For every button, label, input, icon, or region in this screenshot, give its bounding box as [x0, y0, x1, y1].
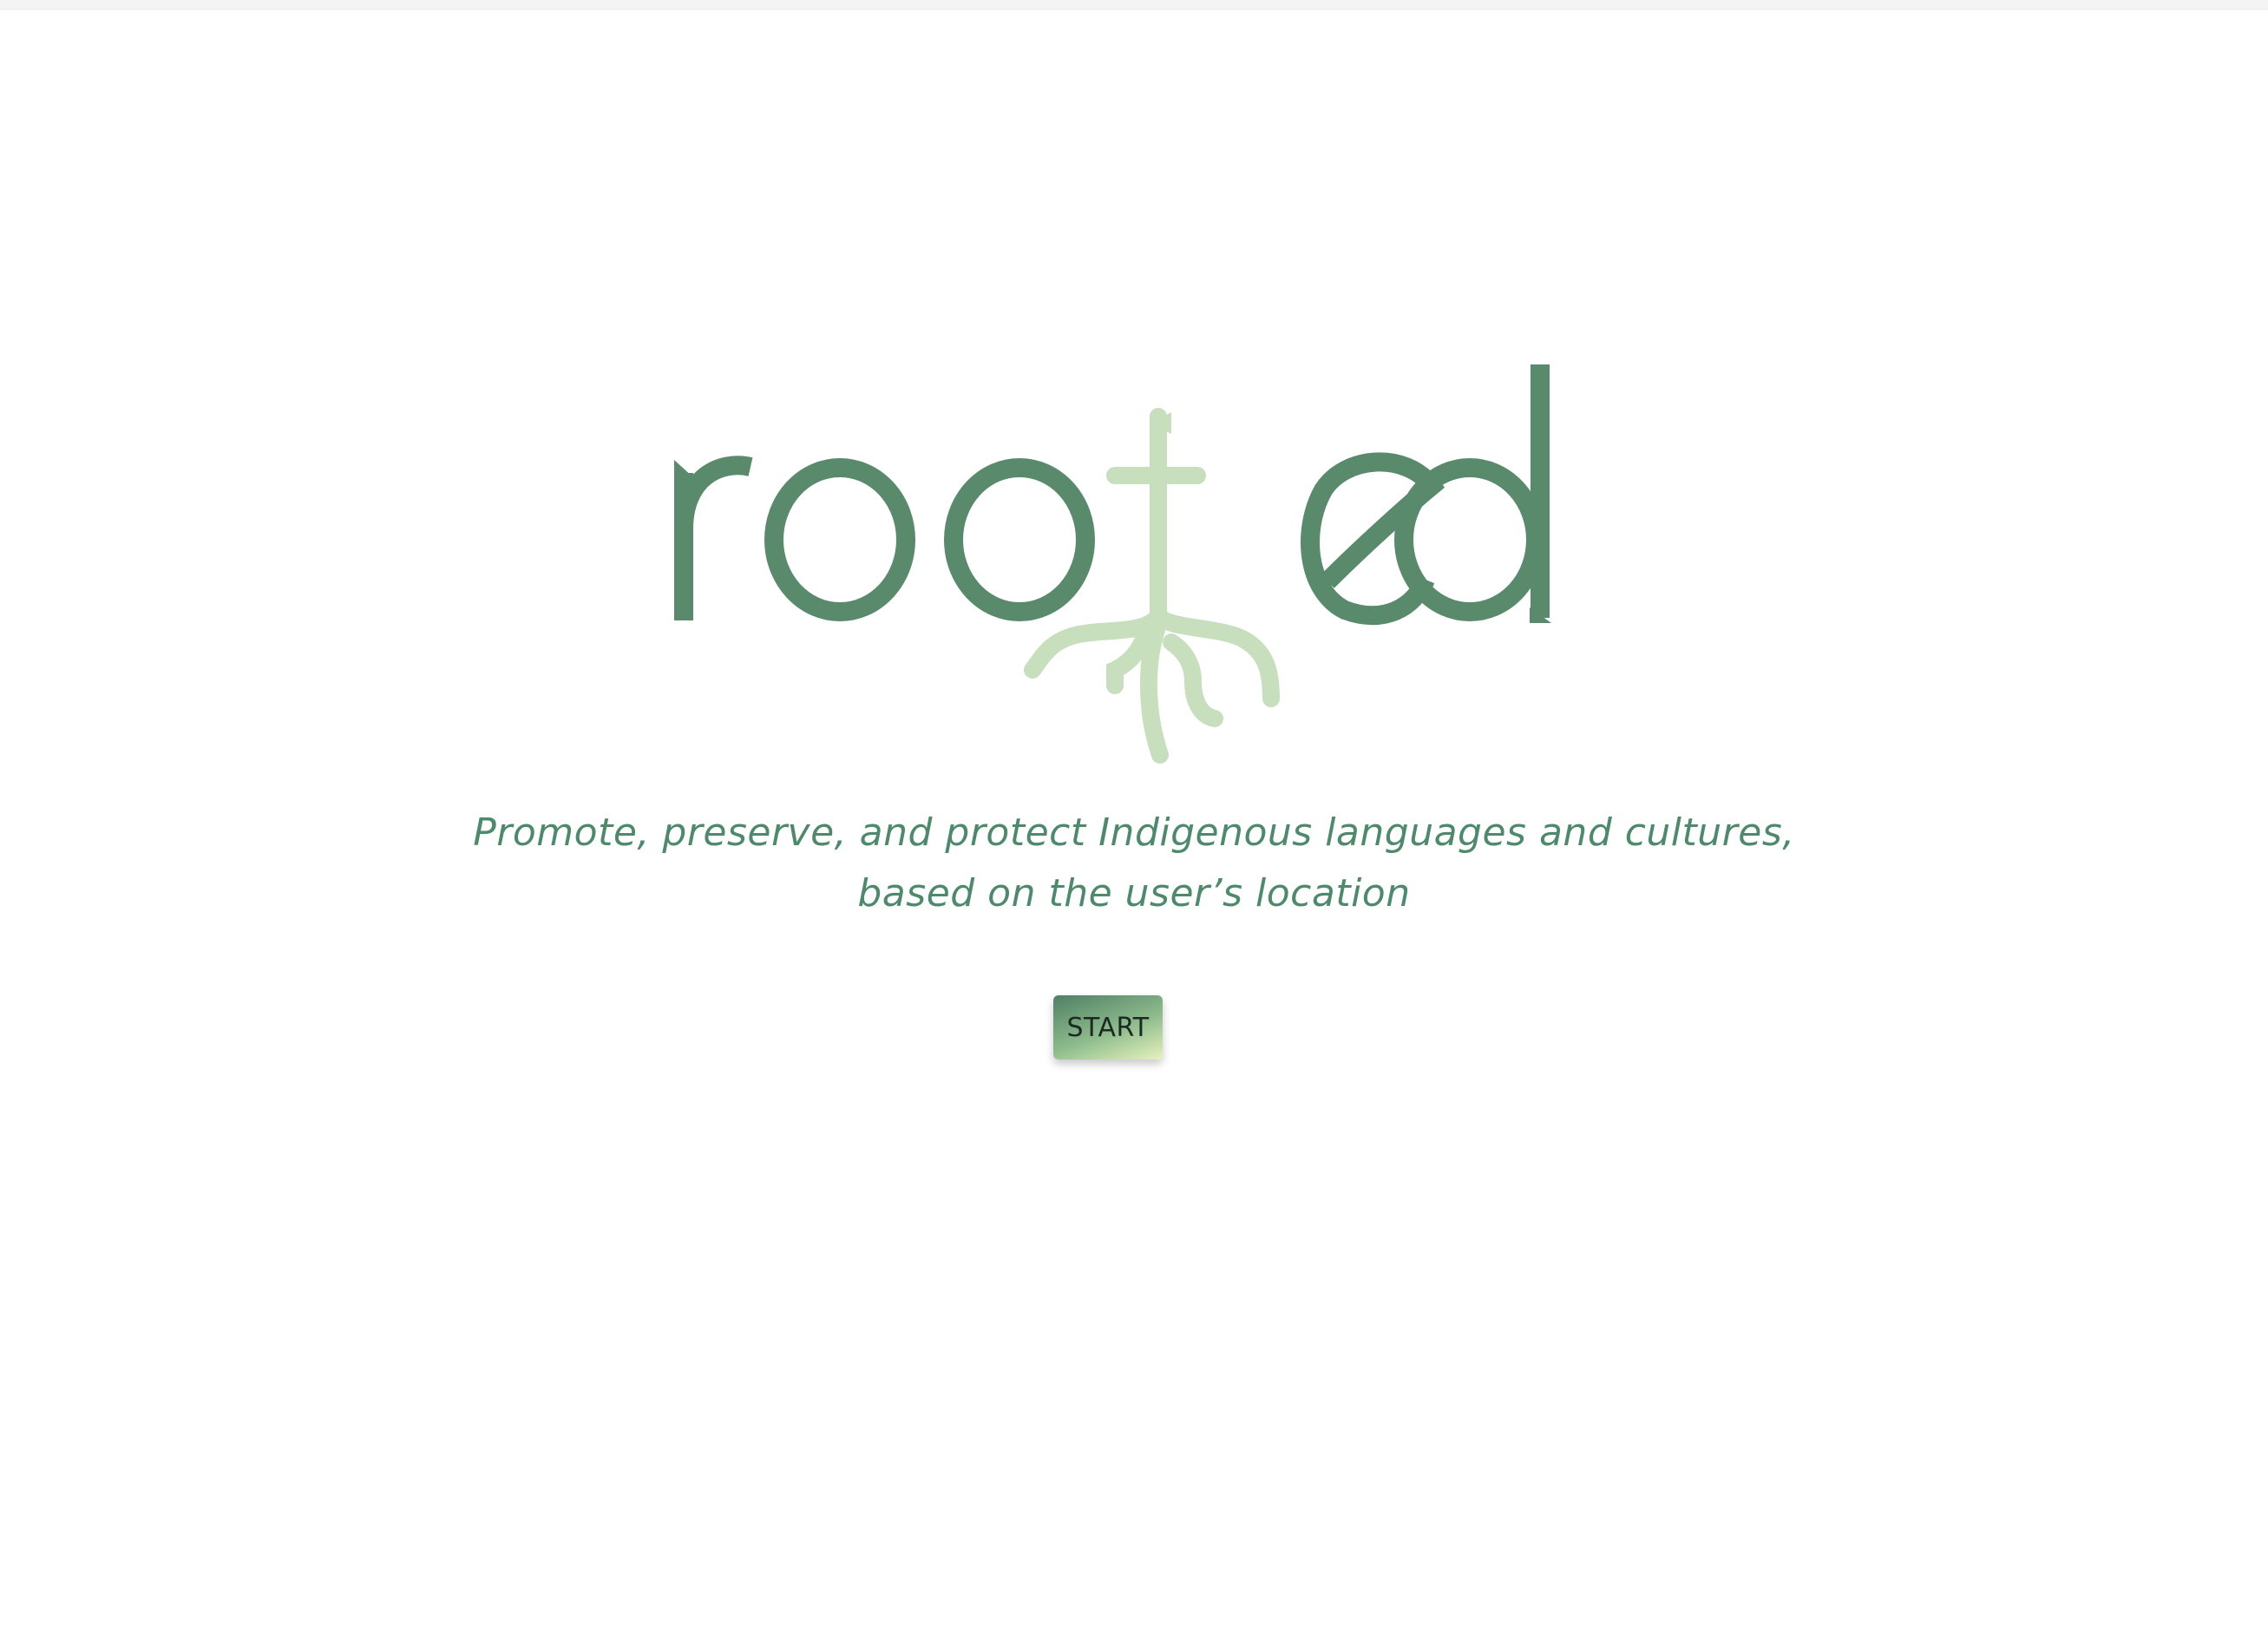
logo-letter-o1 — [764, 458, 915, 621]
tagline-line-2: based on the user’s location — [857, 871, 1411, 915]
tagline: Promote, preserve, and protect Indigenou… — [0, 803, 2268, 924]
browser-top-strip — [0, 0, 2268, 10]
tagline-line-1: Promote, preserve, and protect Indigenou… — [473, 810, 1795, 855]
start-button[interactable]: START — [1053, 995, 1163, 1060]
rooted-logo-graphic — [674, 364, 1551, 764]
logo-letter-o2 — [944, 458, 1095, 621]
rooted-logo — [659, 347, 1562, 781]
logo-letter-r — [674, 456, 753, 620]
logo-letter-d-bowl — [1394, 458, 1545, 621]
